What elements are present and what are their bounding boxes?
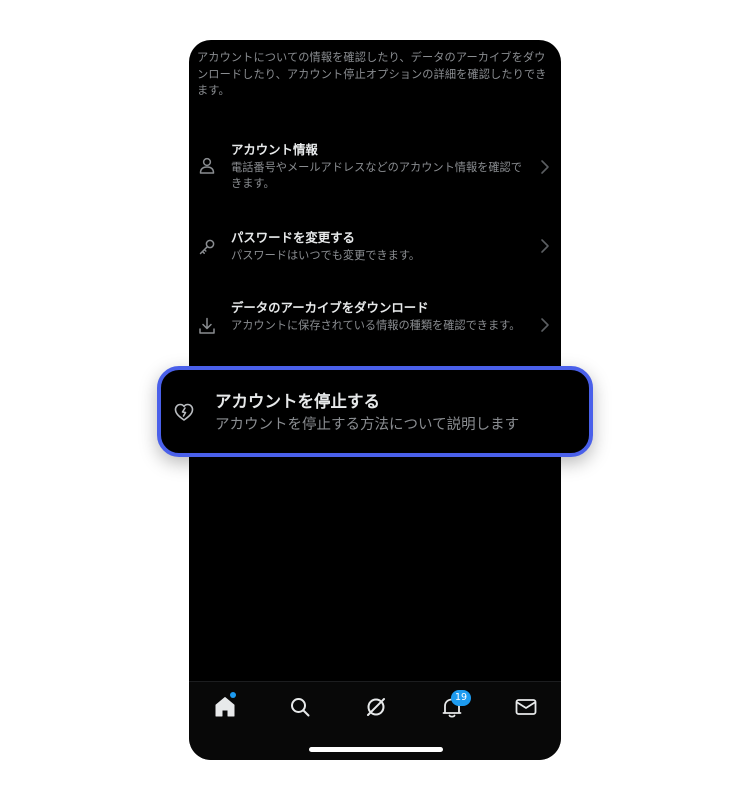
menu-item-title: アカウント情報	[231, 142, 318, 157]
menu-item-download-archive[interactable]: データのアーカイブをダウンロード アカウントに保存されている情報の種類を確認でき…	[189, 300, 561, 362]
stage: アカウントについての情報を確認したり、データのアーカイブをダウンロードしたり、ア…	[0, 0, 750, 800]
menu-item-description: アカウントに保存されている情報の種類を確認できます。	[231, 319, 521, 332]
bottom-tab-bar: 19	[189, 681, 561, 760]
menu-item-change-password[interactable]: パスワードを変更する パスワードはいつでも変更できます。	[189, 228, 561, 268]
person-icon	[199, 157, 215, 174]
home-unread-dot	[230, 692, 236, 698]
menu-item-description: アカウントを停止する方法について説明します	[215, 417, 520, 433]
menu-item-description: 電話番号やメールアドレスなどのアカウント情報を確認できます。	[231, 161, 522, 190]
mail-icon[interactable]	[513, 694, 539, 720]
search-icon[interactable]	[287, 694, 313, 720]
broken-heart-icon	[174, 403, 194, 421]
notification-badge: 19	[451, 690, 471, 706]
menu-item-title: データのアーカイブをダウンロード	[231, 300, 429, 315]
menu-item-title: アカウントを停止する	[215, 392, 380, 411]
grok-icon[interactable]	[363, 694, 389, 720]
download-icon	[199, 317, 215, 334]
chevron-right-icon	[541, 239, 549, 253]
chevron-right-icon	[541, 160, 549, 174]
menu-item-description: パスワードはいつでも変更できます。	[231, 249, 421, 262]
intro-text: アカウントについての情報を確認したり、データのアーカイブをダウンロードしたり、ア…	[197, 51, 547, 97]
menu-item-deactivate-account[interactable]: アカウントを停止する アカウントを停止する方法について説明します	[157, 366, 593, 457]
chevron-right-icon	[541, 318, 549, 332]
menu-item-title: パスワードを変更する	[231, 230, 355, 245]
home-indicator	[309, 747, 443, 752]
key-icon	[199, 239, 215, 255]
menu-item-account-info[interactable]: アカウント情報 電話番号やメールアドレスなどのアカウント情報を確認できます。	[189, 140, 561, 202]
home-icon[interactable]	[212, 694, 238, 720]
